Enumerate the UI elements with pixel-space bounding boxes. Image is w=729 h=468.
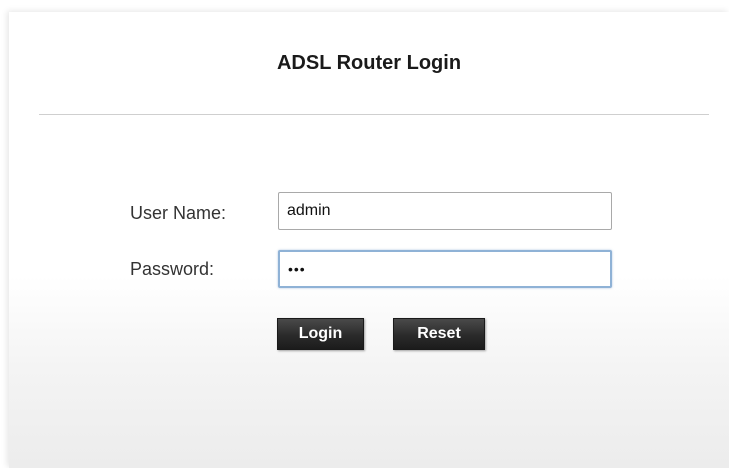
login-panel: ADSL Router Login User Name: Password: L… xyxy=(9,12,729,468)
username-label: User Name: xyxy=(130,203,227,223)
page-title: ADSL Router Login xyxy=(276,52,462,74)
password-input[interactable] xyxy=(278,250,612,288)
title-divider xyxy=(39,114,709,115)
reset-button[interactable]: Reset xyxy=(393,318,485,350)
username-input[interactable] xyxy=(278,192,612,230)
password-label: Password: xyxy=(130,259,215,279)
login-button[interactable]: Login xyxy=(277,318,364,350)
